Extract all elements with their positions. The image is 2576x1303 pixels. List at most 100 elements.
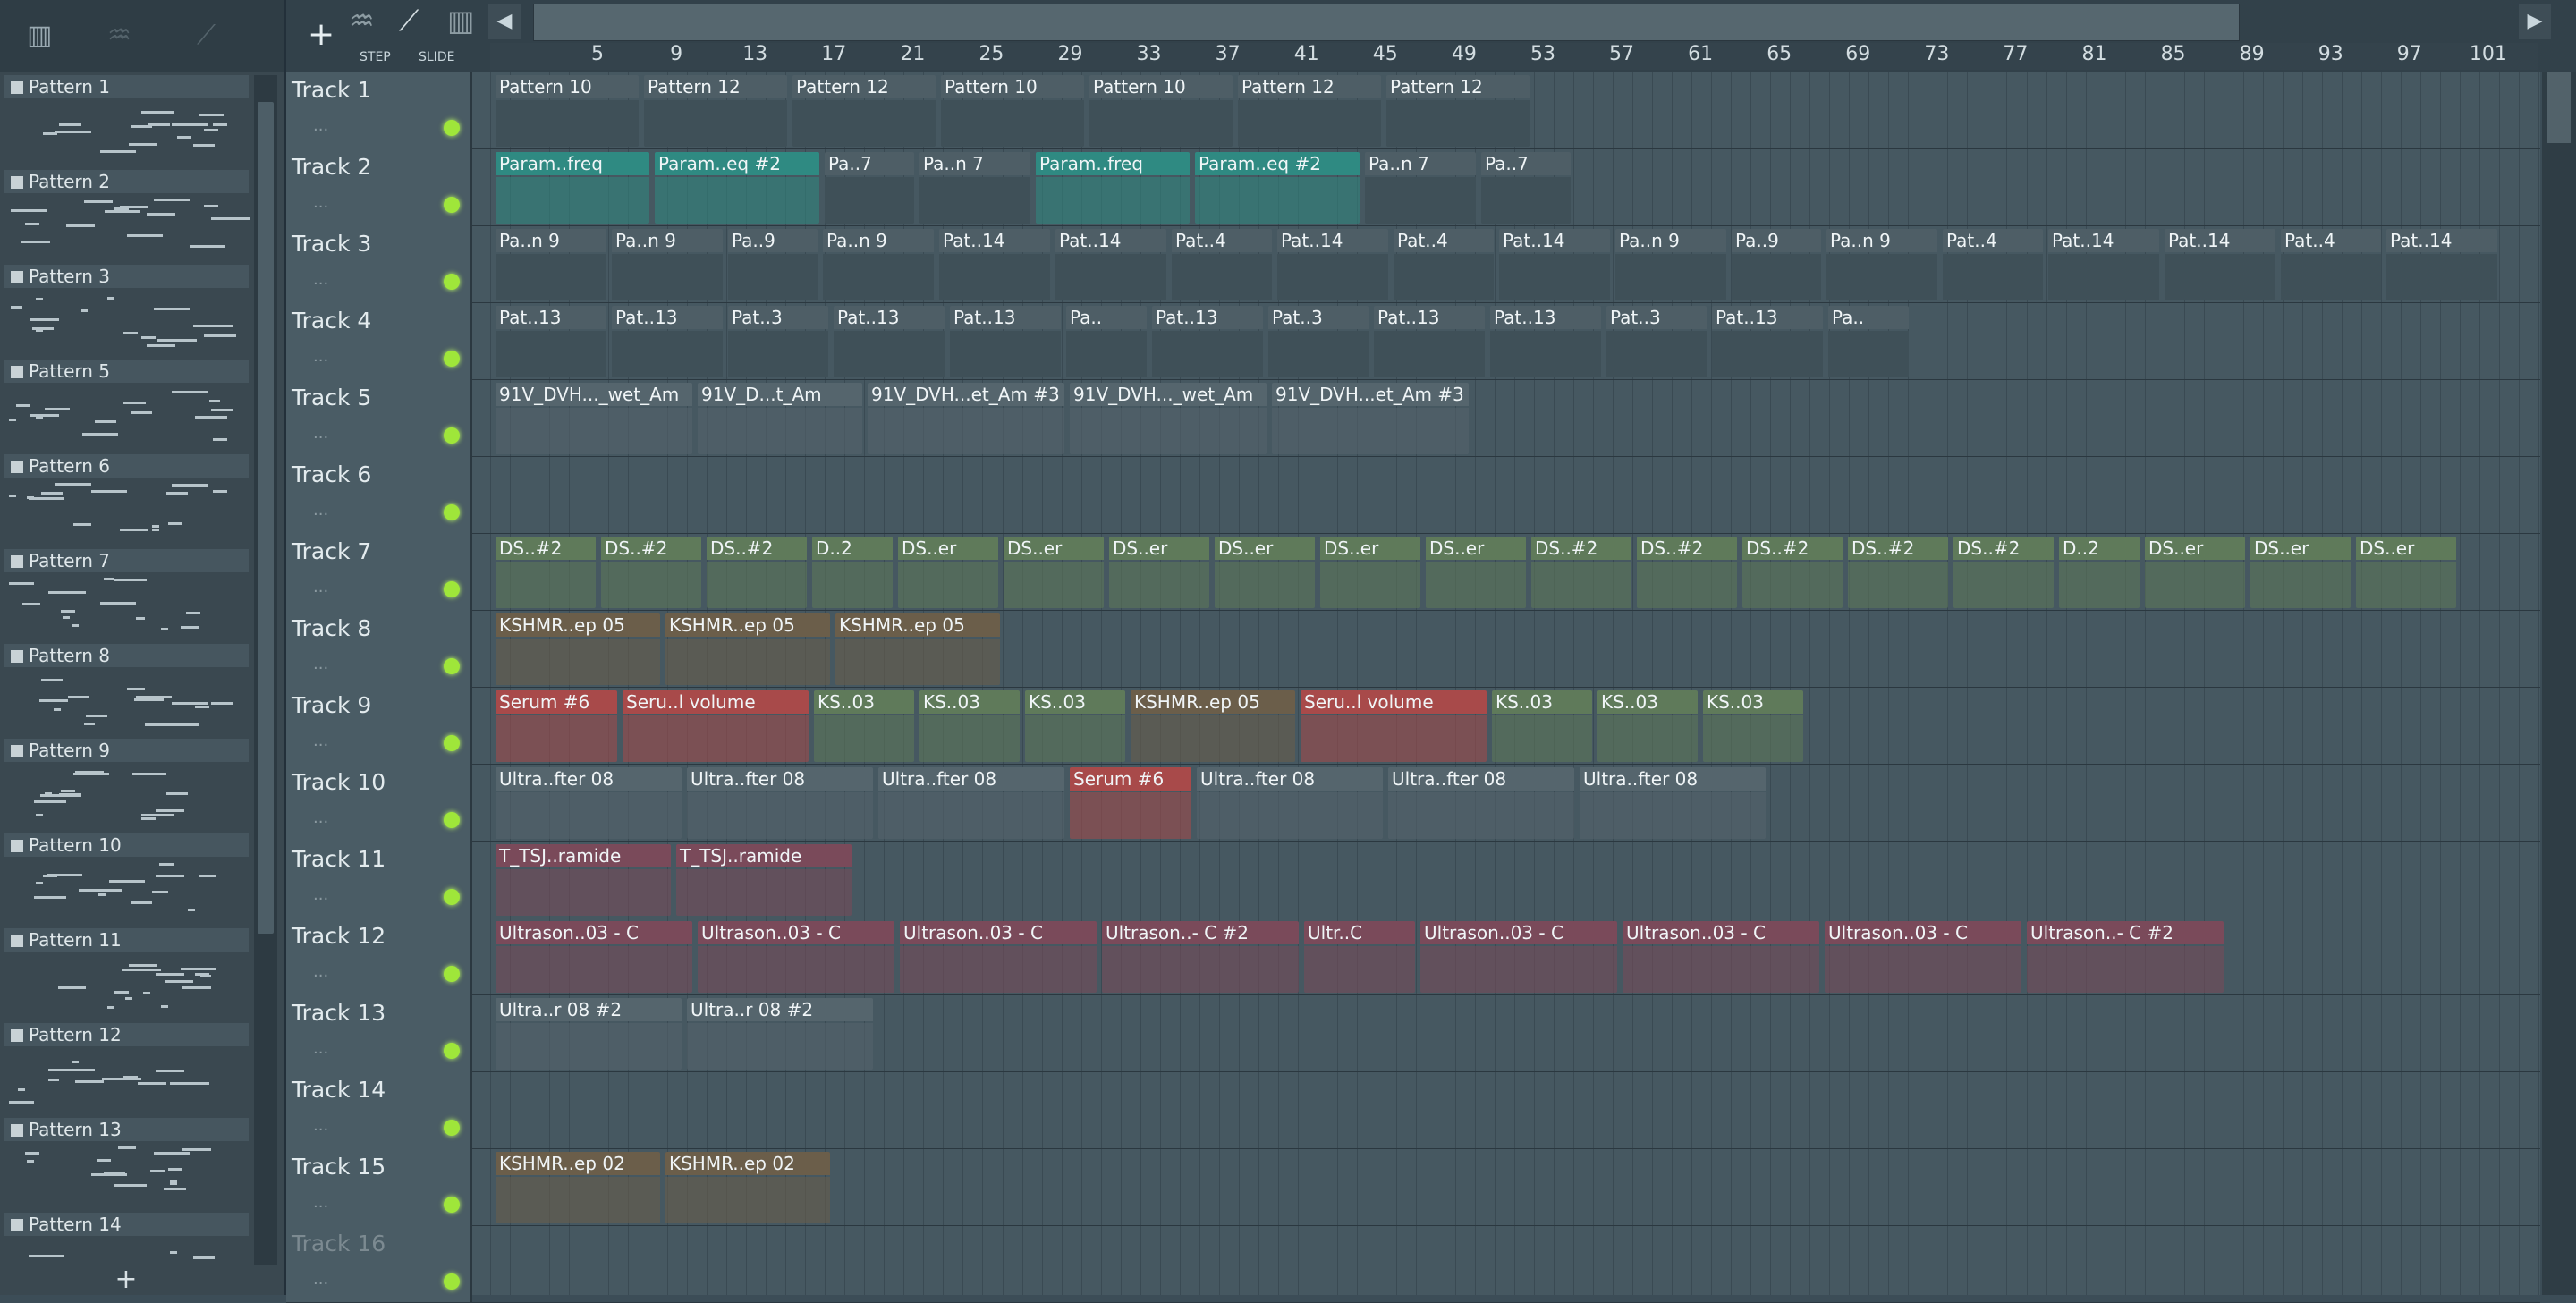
pattern-clip[interactable]: Pa..7 [825,152,914,224]
pattern-clip[interactable]: Pat..13 [1712,306,1823,377]
automation-clip[interactable]: Param..eq #2 [1195,152,1360,224]
track-mute-led[interactable] [444,735,460,751]
pattern-clip[interactable]: Pa..n 9 [823,229,934,300]
audio-clip[interactable]: DS..#2 [1848,537,1948,608]
track-header[interactable]: Track 13... [286,994,472,1071]
audio-clip[interactable]: DS..er [2250,537,2351,608]
pattern-clip[interactable]: Pa.. [1066,306,1147,377]
audio-clip[interactable]: DS..er [1215,537,1315,608]
audio-clip[interactable]: 91V_DVH..._wet_Am [1070,383,1267,454]
audio-clip[interactable]: DS..er [1320,537,1420,608]
audio-clip[interactable]: KSHMR..ep 02 [665,1152,830,1223]
track-lane[interactable]: KSHMR..ep 05 KSHMR..ep 05 KSHMR..ep 05 [490,610,2538,687]
pattern-clip[interactable]: Pattern 12 [644,75,787,147]
track-lane[interactable] [490,1225,2538,1302]
track-mute-led[interactable] [444,966,460,982]
pattern-clip[interactable]: Pa..n 9 [1615,229,1726,300]
pattern-clip[interactable]: Pat..13 [1152,306,1263,377]
pattern-clip[interactable]: Pat..14 [2386,229,2497,300]
track-grip-icon[interactable]: ... [313,808,328,827]
track-grip-icon[interactable]: ... [313,655,328,673]
audio-clip[interactable]: Ultrason..03 - C [698,921,894,993]
track-lane[interactable]: Param..freq Param..eq #2 Pa..7 Pa..n 7 Param… [490,148,2538,225]
slide-mode-label[interactable]: SLIDE [419,50,454,64]
audio-clip[interactable]: DS..#2 [1953,537,2054,608]
audio-clip[interactable]: Ultrason..03 - C [496,921,692,993]
pattern-clip[interactable]: Pattern 10 [496,75,639,147]
audio-clip[interactable]: DS..er [1109,537,1209,608]
audio-clip[interactable]: KSHMR..ep 05 [1131,690,1295,762]
pattern-list-item[interactable]: Pattern 2 [4,170,250,263]
audio-clip[interactable]: KSHMR..ep 05 [835,613,1000,685]
audio-clip[interactable]: KSHMR..ep 05 [665,613,830,685]
song-overview-scrollbar[interactable] [533,4,2240,41]
pattern-clip[interactable]: Pat..14 [1055,229,1166,300]
track-header[interactable]: Track 10... [286,764,472,841]
track-grip-icon[interactable]: ... [313,347,328,366]
pattern-clip[interactable]: Pat..14 [939,229,1050,300]
track-header[interactable]: Track 5... [286,379,472,456]
audio-clip[interactable]: DS..#2 [601,537,701,608]
scroll-left-button[interactable]: ◀ [488,4,521,39]
pattern-clip[interactable]: Pa..n 9 [496,229,606,300]
audio-clip[interactable]: KS..03 [814,690,914,762]
audio-clip[interactable]: D..2 [812,537,893,608]
pattern-clip[interactable]: Pa..9 [1732,229,1821,300]
playlist-pattern-icon[interactable]: ▥ [447,4,474,38]
pattern-clip[interactable]: Pat..14 [2048,229,2159,300]
audio-clip[interactable]: DS..er [1004,537,1104,608]
pattern-clip[interactable]: Pa..n 9 [1826,229,1937,300]
track-header[interactable]: Track 11... [286,841,472,918]
pattern-clip[interactable]: Pattern 10 [1089,75,1233,147]
audio-clip[interactable]: Ultra..fter 08 [496,767,682,839]
pattern-clip[interactable]: Pat..13 [834,306,945,377]
automation-clip[interactable]: Serum #6 [496,690,617,762]
track-mute-led[interactable] [444,581,460,597]
audio-clip[interactable]: Ultra..r 08 #2 [496,998,682,1070]
pattern-clip[interactable]: Pa..n 7 [919,152,1030,224]
track-header[interactable]: Track 7... [286,533,472,610]
add-track-button[interactable]: + [308,16,335,53]
audio-clip[interactable]: Ultrason..03 - C [1420,921,1617,993]
audio-clip[interactable]: DS..er [898,537,998,608]
audio-clip[interactable]: Ultrason..- C #2 [1102,921,1299,993]
audio-clip[interactable]: D..2 [2059,537,2140,608]
pattern-list-item[interactable]: Pattern 1 [4,75,249,168]
picker-audio-icon[interactable]: ♒ [107,20,131,51]
track-mute-led[interactable] [444,197,460,213]
audio-clip[interactable]: Ultrason..03 - C [1825,921,2021,993]
track-lane[interactable]: T_TSJ..ramide T_TSJ..ramide [490,841,2538,918]
track-grip-icon[interactable]: ... [313,962,328,981]
pattern-list-item[interactable]: Pattern 11 [4,928,249,1021]
audio-clip[interactable]: KSHMR..ep 05 [496,613,660,685]
audio-clip[interactable]: T_TSJ..ramide [496,844,671,916]
track-grip-icon[interactable]: ... [313,116,328,135]
track-lane[interactable]: Ultra..r 08 #2 Ultra..r 08 #2 [490,994,2538,1071]
track-lane[interactable]: 91V_DVH..._wet_Am 91V_D...t_Am 91V_DVH...e… [490,379,2538,456]
track-lane[interactable]: Pat..13 Pat..13 Pat..3 Pat..13 Pat..13 Pa.. Pa… [490,302,2538,379]
track-mute-led[interactable] [444,1273,460,1290]
pattern-clip[interactable]: Pat..4 [1394,229,1494,300]
pattern-clip[interactable]: Pat..3 [728,306,828,377]
track-lane[interactable]: KSHMR..ep 02 KSHMR..ep 02 [490,1148,2538,1225]
overview-thumb[interactable] [534,4,2239,40]
track-lane[interactable]: Ultra..fter 08 Ultra..fter 08 Ultra..fter … [490,764,2538,841]
pattern-list-item[interactable]: Pattern 14 [4,1213,249,1265]
automation-clip[interactable]: Param..eq #2 [655,152,819,224]
step-mode-label[interactable]: STEP [360,50,391,64]
pattern-clip[interactable]: Pa..n 7 [1365,152,1476,224]
pattern-clip[interactable]: Pat..13 [1490,306,1601,377]
track-header[interactable]: Track 12... [286,918,472,994]
pattern-list-item[interactable]: Pattern 7 [4,549,249,642]
audio-clip[interactable]: DS..er [2145,537,2245,608]
audio-clip[interactable]: 91V_D...t_Am [698,383,862,454]
track-grip-icon[interactable]: ... [313,1116,328,1135]
track-grip-icon[interactable]: ... [313,501,328,520]
audio-clip[interactable]: 91V_DVH...et_Am #3 [1272,383,1469,454]
pattern-clip[interactable]: Pat..4 [1943,229,2043,300]
track-mute-led[interactable] [444,274,460,290]
picker-automation-icon[interactable]: ⟋ [197,20,216,51]
audio-clip[interactable]: DS..#2 [1742,537,1843,608]
track-header[interactable]: Track 16... [286,1225,472,1302]
track-mute-led[interactable] [444,1120,460,1136]
